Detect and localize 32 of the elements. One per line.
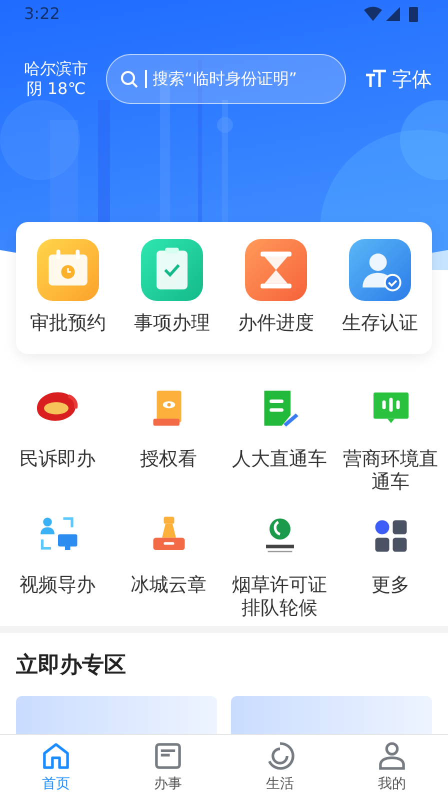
nav-tab[interactable]: 生活 — [224, 735, 336, 800]
person-check-icon — [349, 238, 411, 301]
service-label[interactable]: 民诉即办 — [4, 448, 112, 471]
document-icon — [152, 740, 184, 772]
quick-action-label[interactable]: 审批预约 — [30, 308, 106, 338]
nav-tab[interactable]: 我的 — [336, 735, 448, 800]
font-size-button[interactable]: 字体 — [364, 64, 432, 94]
search-input[interactable]: 搜索“临时身份证明” — [152, 67, 333, 91]
service-label[interactable]: 烟草许可证排队轮候 — [226, 574, 334, 620]
search-icon — [119, 69, 139, 89]
promo-card[interactable] — [16, 696, 217, 734]
quick-action-label[interactable]: 事项办理 — [134, 308, 210, 338]
city-name: 哈尔滨市 — [24, 59, 88, 79]
service-label[interactable]: 授权看 — [114, 448, 222, 471]
promo-card[interactable] — [231, 696, 432, 734]
status-time: 3:22 — [24, 3, 60, 25]
quick-action-label[interactable]: 办件进度 — [238, 308, 314, 338]
person-icon — [376, 740, 408, 772]
hourglass-icon — [245, 238, 307, 301]
quick-action-label[interactable]: 生存认证 — [342, 308, 418, 338]
search-bar[interactable]: 搜索“临时身份证明” — [106, 54, 346, 104]
weather-text: 阴 18℃ — [26, 79, 86, 99]
nav-tab[interactable]: 办事 — [112, 735, 224, 800]
service-label[interactable]: 营商环境直通车 — [336, 448, 444, 494]
calendar-icon — [37, 238, 99, 301]
service-label[interactable]: 冰城云章 — [114, 574, 222, 597]
service-label[interactable]: 人大直通车 — [226, 448, 334, 471]
section-title: 立即办专区 — [15, 652, 127, 680]
clipboard-check-icon — [141, 238, 203, 301]
service-label[interactable]: 更多 — [336, 574, 444, 597]
service-label[interactable]: 视频导办 — [4, 574, 112, 597]
home-icon — [40, 740, 72, 772]
